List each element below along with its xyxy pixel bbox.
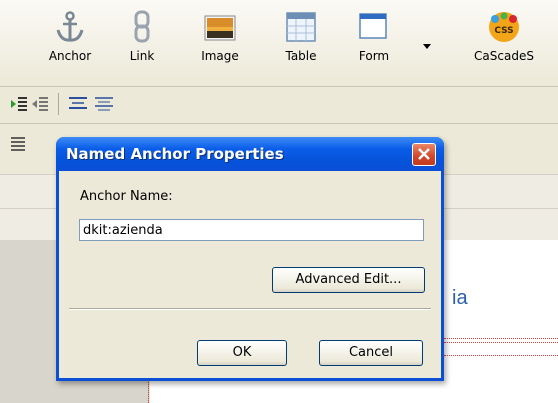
close-button[interactable] <box>412 143 436 166</box>
increase-font-icon[interactable] <box>68 95 88 113</box>
advanced-edit-button[interactable]: Advanced Edit... <box>272 267 425 293</box>
toolbar-cascades-button[interactable]: CSS CaScadeS <box>469 10 539 63</box>
toolbar-table-button[interactable]: Table <box>266 10 336 63</box>
cancel-button[interactable]: Cancel <box>319 340 423 366</box>
toolbar-anchor-label: Anchor <box>48 49 92 63</box>
indent-icon[interactable] <box>10 95 28 113</box>
dotted-border-line <box>444 355 558 356</box>
close-icon <box>418 148 430 160</box>
toolbar-link-label: Link <box>129 49 155 63</box>
dotted-border-line <box>444 342 558 343</box>
dialog-title: Named Anchor Properties <box>66 145 284 163</box>
toolbar-link-button[interactable]: Link <box>107 10 177 63</box>
dialog-body: Anchor Name: Advanced Edit... OK Cancel <box>59 171 441 378</box>
toolbar-form-label: Form <box>358 49 390 63</box>
toolbar-form-button[interactable]: Form <box>339 10 409 63</box>
toolbar-table-label: Table <box>285 49 317 63</box>
format-toolbar <box>0 87 558 124</box>
table-icon <box>284 10 318 44</box>
outdent-icon[interactable] <box>31 95 49 113</box>
align-left-icon[interactable] <box>10 136 26 152</box>
toolbar-separator <box>58 93 59 115</box>
image-icon <box>203 10 237 44</box>
dialog-separator <box>69 308 431 310</box>
ok-button[interactable]: OK <box>197 340 287 366</box>
toolbar-anchor-button[interactable]: Anchor <box>35 10 105 63</box>
dotted-border-line <box>148 380 149 403</box>
svg-text:CSS: CSS <box>494 26 513 36</box>
toolbar-cascades-label: CaScadeS <box>474 49 534 63</box>
named-anchor-dialog: Named Anchor Properties Anchor Name: Adv… <box>56 137 444 381</box>
toolbar-image-button[interactable]: Image <box>185 10 255 63</box>
toolbar-image-label: Image <box>201 49 239 63</box>
decrease-font-icon[interactable] <box>94 95 114 113</box>
composition-toolbar: Anchor Link Image Table Form CSS CaScade… <box>0 0 558 87</box>
form-dropdown-arrow-icon[interactable] <box>422 40 432 50</box>
anchor-icon <box>53 10 87 44</box>
anchor-name-label: Anchor Name: <box>80 189 173 204</box>
dotted-border-line <box>444 338 558 339</box>
dialog-titlebar[interactable]: Named Anchor Properties <box>56 137 444 171</box>
anchor-name-input[interactable] <box>79 219 424 241</box>
css-icon: CSS <box>487 10 521 44</box>
link-icon <box>125 10 159 44</box>
form-icon <box>357 10 391 44</box>
page-heading-text: ia <box>452 287 468 309</box>
